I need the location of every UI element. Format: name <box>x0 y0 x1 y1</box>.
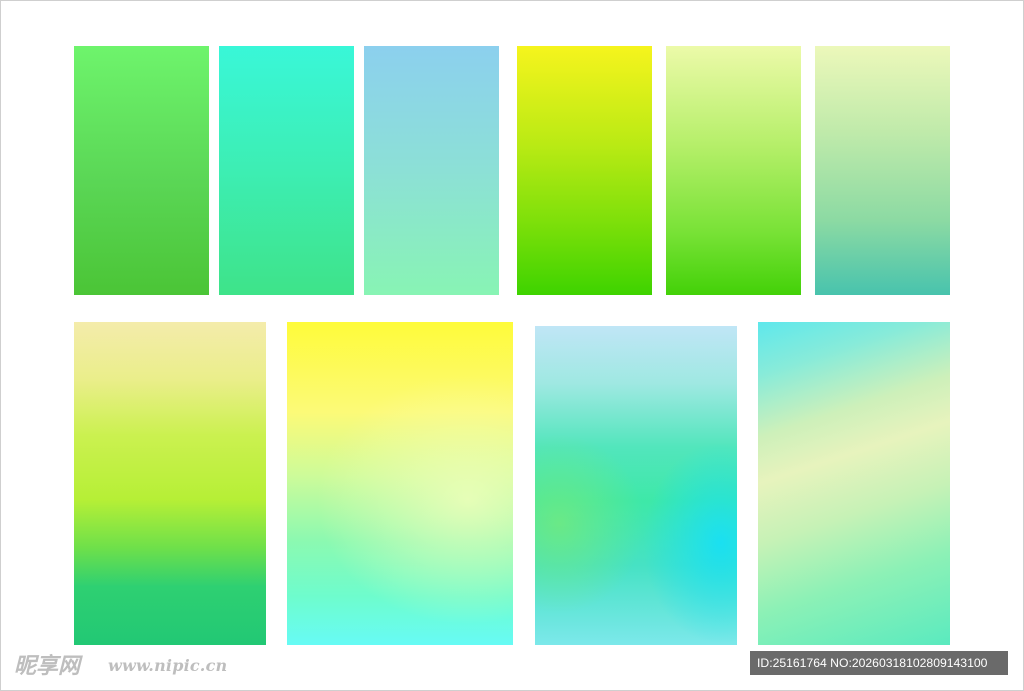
gradient-swatch-9 <box>535 326 737 645</box>
watermark-id-bar: ID:25161764 NO:20260318102809143100 <box>750 651 1008 675</box>
nipic-logo-icon: 昵享网 <box>14 653 83 678</box>
gradient-swatch-3 <box>364 46 499 295</box>
gradient-swatch-2 <box>219 46 354 295</box>
watermark-logo: 昵享网 www.nipic.cn <box>14 650 227 680</box>
gradient-swatch-5 <box>666 46 801 295</box>
gradient-swatch-10 <box>758 322 950 645</box>
gradient-swatch-7 <box>74 322 266 645</box>
gradient-swatch-4 <box>517 46 652 295</box>
gradient-swatch-6 <box>815 46 950 295</box>
watermark-site: www.nipic.cn <box>108 655 228 675</box>
gradient-swatch-8 <box>287 322 513 645</box>
logo-text: 昵享网 <box>14 653 83 678</box>
gradient-swatch-1 <box>74 46 209 295</box>
